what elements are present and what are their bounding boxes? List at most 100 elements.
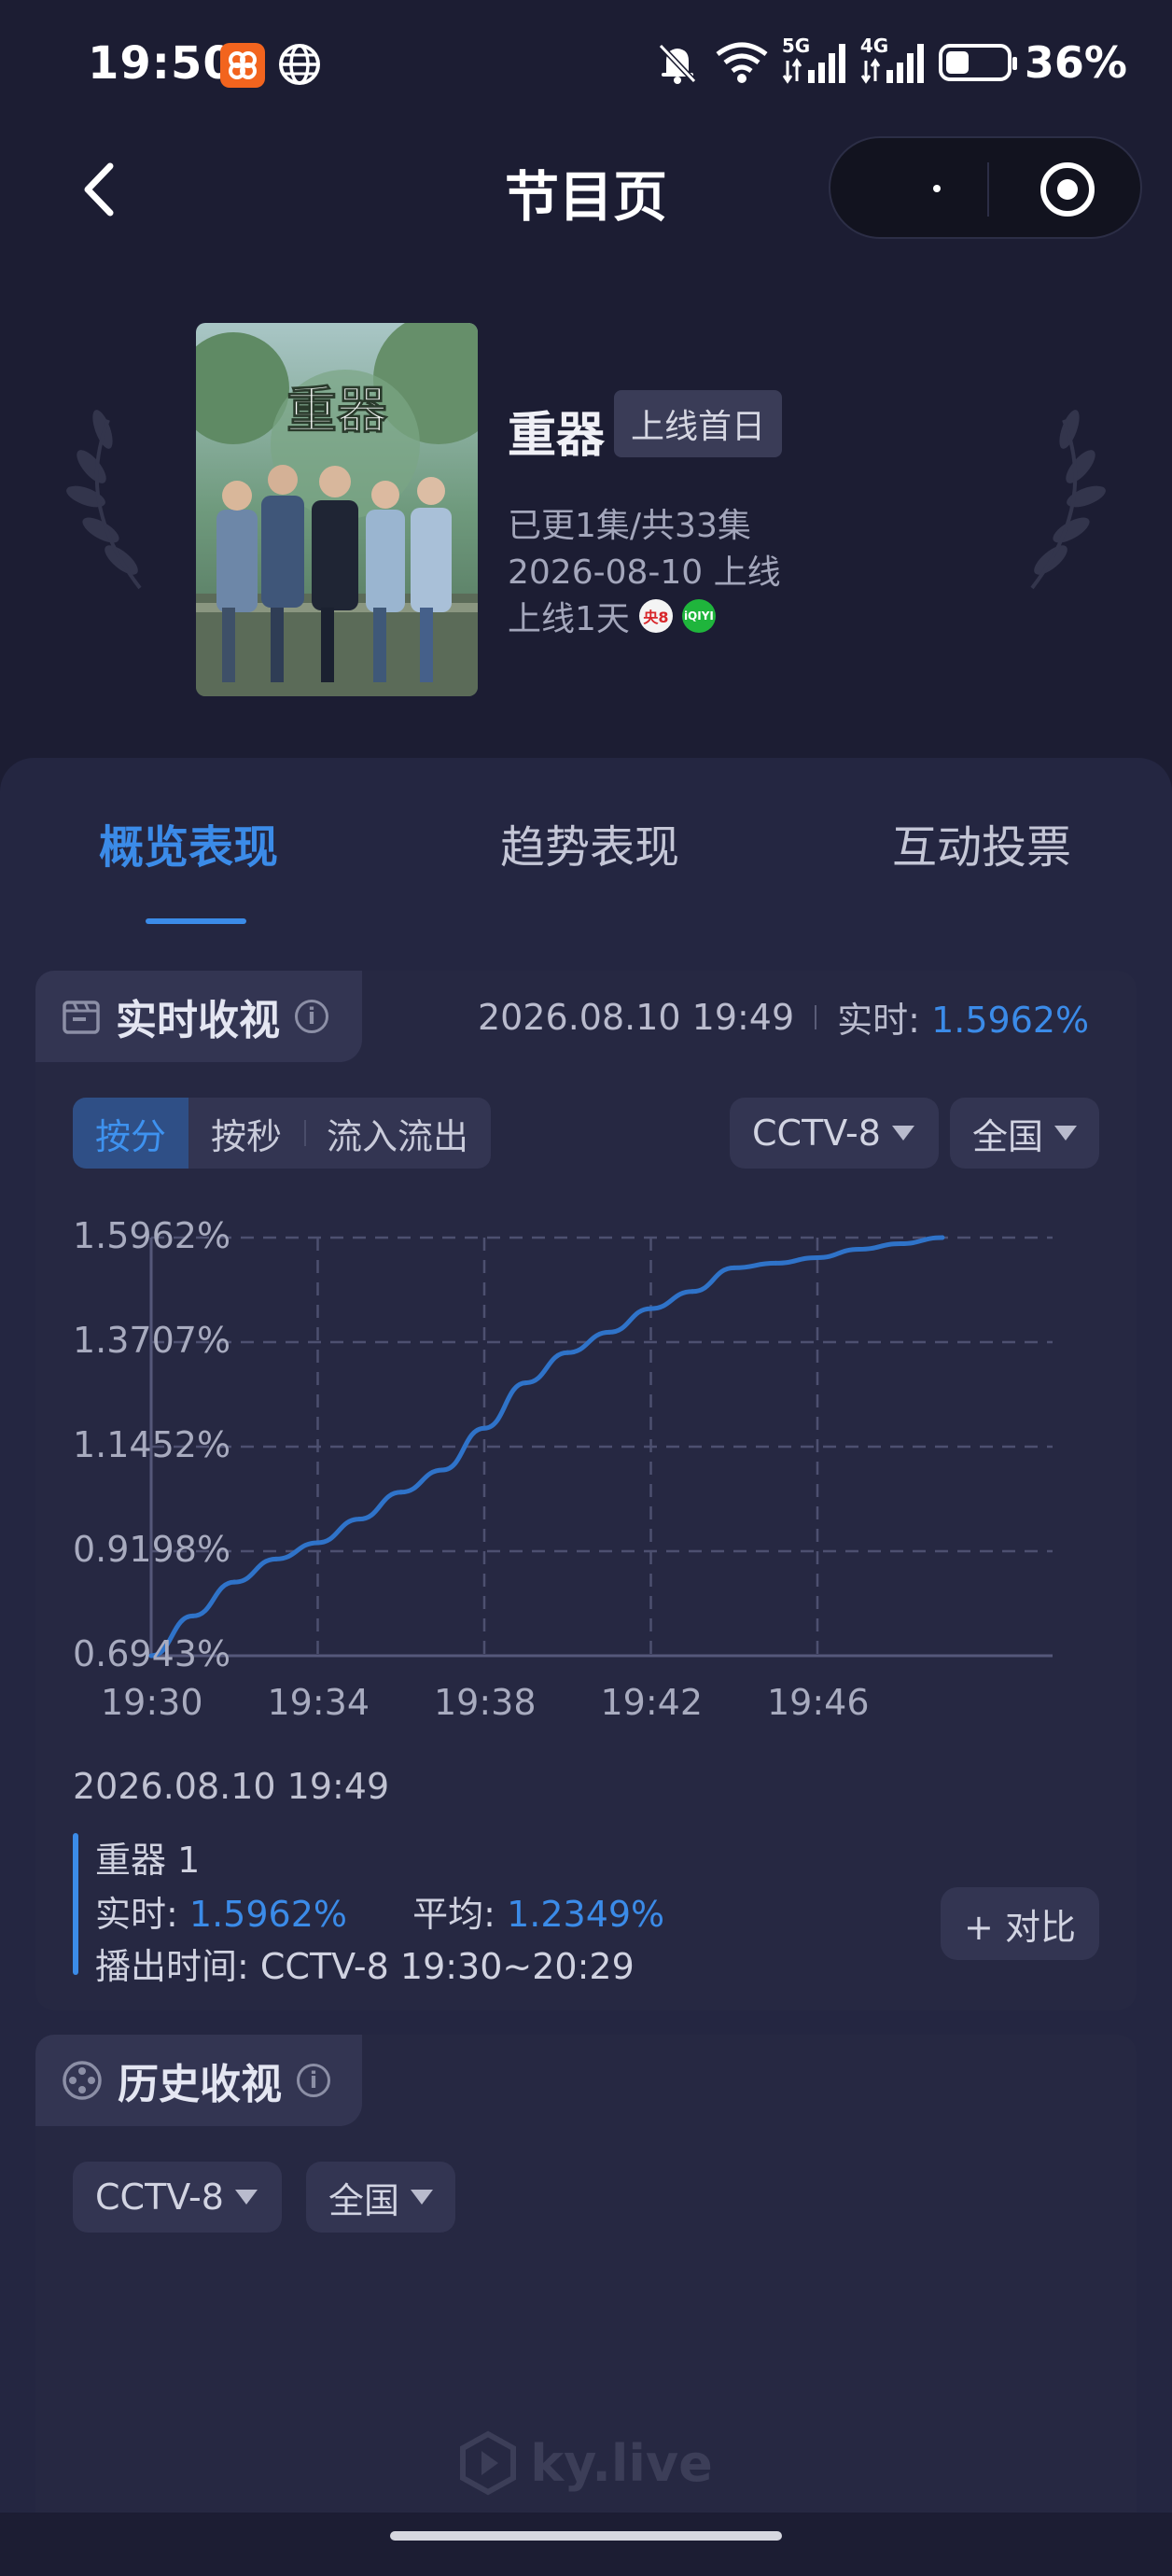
compare-button[interactable]: + 对比 <box>941 1887 1099 1960</box>
history-title: 历史收视 <box>118 2061 282 2108</box>
detail-values: 实时: 1.5962% 平均: 1.2349% <box>95 1885 664 1937</box>
signal-4g-icon: 4G <box>859 35 926 87</box>
history-header: 历史收视 i <box>35 2035 362 2126</box>
program-title: 重器 <box>508 408 606 464</box>
episode-count: 已更1集/共33集 <box>508 507 751 545</box>
kylive-logo-icon <box>460 2430 517 2496</box>
more-menu-icon[interactable] <box>933 185 941 192</box>
detail-avg-value: 1.2349% <box>507 1894 665 1935</box>
online-days: 上线1天 <box>508 600 630 638</box>
capsule-divider <box>987 162 989 217</box>
data-point <box>481 1425 487 1431</box>
x-tick-label: 19:34 <box>267 1682 370 1723</box>
history-region-value: 全国 <box>328 2179 400 2221</box>
data-point <box>773 1260 778 1266</box>
tab-trend[interactable]: 趋势表现 <box>500 810 679 875</box>
realtime-title: 实时收视 <box>116 997 280 1044</box>
data-point <box>690 1289 695 1295</box>
home-indicator[interactable] <box>390 2531 782 2541</box>
laurel-left-icon <box>66 410 142 590</box>
online-days-row: 上线1天 央8 iQIYI <box>508 592 716 640</box>
wifi-icon <box>716 42 768 83</box>
network-4g-label: 4G <box>859 35 889 57</box>
channel-dropdown[interactable]: CCTV-8 <box>730 1098 939 1169</box>
x-tick-label: 19:30 <box>101 1682 203 1723</box>
laurel-right-icon <box>1030 410 1106 590</box>
status-right: 5G 4G 36% <box>653 35 1127 88</box>
data-point <box>190 1613 196 1618</box>
segment-by-second[interactable]: 按秒 <box>188 1098 304 1169</box>
info-icon[interactable]: i <box>295 1000 328 1033</box>
chevron-down-icon <box>891 1126 914 1141</box>
segment-by-minute[interactable]: 按分 <box>73 1098 189 1169</box>
film-reel-icon <box>63 2061 102 2100</box>
data-point <box>356 1517 362 1522</box>
tab-vote[interactable]: 互动投票 <box>892 810 1071 875</box>
release-date: 2026-08-10 上线 <box>508 553 781 592</box>
data-point <box>940 1235 945 1240</box>
data-point <box>857 1247 862 1253</box>
data-point <box>440 1467 445 1473</box>
y-tick-label: 0.6943% <box>73 1633 231 1674</box>
history-channel-value: CCTV-8 <box>95 2177 224 2218</box>
status-badge: 上线首日 <box>614 390 783 457</box>
mini-program-capsule <box>829 136 1142 239</box>
x-tick-label: 19:46 <box>767 1682 870 1723</box>
data-point <box>649 1306 653 1311</box>
watermark: ky.live <box>0 2430 1172 2496</box>
data-point <box>315 1540 320 1546</box>
battery-icon <box>938 44 1017 81</box>
detail-live-label: 实时: <box>95 1894 178 1935</box>
realtime-timestamp: 2026.08.10 19:49 <box>478 996 795 1038</box>
program-poster[interactable]: 重器 <box>196 323 478 696</box>
detail-avg-label: 平均: <box>412 1894 495 1935</box>
segment-flow[interactable]: 流入流出 <box>304 1098 491 1169</box>
x-tick-label: 19:42 <box>600 1682 704 1723</box>
data-point <box>398 1490 404 1495</box>
tab-indicator <box>146 918 246 924</box>
status-time: 19:50 <box>88 37 235 90</box>
detail-timestamp: 2026.08.10 19:49 <box>73 1766 390 1807</box>
channel-value: CCTV-8 <box>752 1113 881 1154</box>
detail-live-value: 1.5962% <box>188 1894 347 1935</box>
data-point <box>815 1254 820 1260</box>
y-tick-label: 1.5962% <box>73 1215 231 1256</box>
data-point <box>732 1265 737 1270</box>
realtime-live-label: 实时: <box>837 1000 920 1041</box>
granularity-segment: 按分 按秒 流入流出 <box>73 1098 492 1169</box>
close-target-icon[interactable] <box>1039 161 1096 218</box>
history-region-dropdown[interactable]: 全国 <box>306 2162 455 2233</box>
globe-icon <box>279 44 320 85</box>
data-point <box>231 1579 237 1585</box>
y-tick-label: 1.3707% <box>73 1320 231 1361</box>
network-5g-label: 5G <box>781 35 811 57</box>
poster-title: 重器 <box>286 383 388 439</box>
region-dropdown[interactable]: 全国 <box>950 1098 1099 1169</box>
y-tick-label: 0.9198% <box>73 1528 231 1570</box>
data-point <box>565 1350 570 1355</box>
battery-level: 36% <box>1024 37 1127 88</box>
mute-bell-icon <box>658 43 697 84</box>
history-channel-dropdown[interactable]: CCTV-8 <box>73 2162 282 2233</box>
summary-divider <box>815 1004 817 1029</box>
watermark-text: ky.live <box>530 2433 713 2493</box>
tab-overview[interactable]: 概览表现 <box>99 810 278 875</box>
chevron-down-icon <box>234 2190 258 2205</box>
y-tick-label: 1.1452% <box>73 1424 231 1466</box>
realtime-header: 实时收视 i <box>35 971 362 1062</box>
app-notification-icon <box>220 43 265 88</box>
realtime-live-value: 1.5962% <box>931 1000 1090 1041</box>
data-point <box>523 1380 529 1386</box>
iqiyi-platform-icon: iQIYI <box>681 599 716 633</box>
data-point <box>273 1556 279 1561</box>
info-icon[interactable]: i <box>297 2064 330 2097</box>
signal-5g-icon: 5G <box>781 35 847 87</box>
tv-icon <box>63 1001 100 1034</box>
data-point <box>607 1329 612 1335</box>
chevron-down-icon <box>411 2190 433 2205</box>
data-point <box>898 1241 903 1247</box>
series-color-bar <box>73 1833 78 1975</box>
detail-series-name: 重器 1 <box>95 1840 201 1881</box>
chevron-down-icon <box>1054 1126 1077 1141</box>
detail-airtime: 播出时间: CCTV-8 19:30~20:29 <box>95 1946 635 1987</box>
